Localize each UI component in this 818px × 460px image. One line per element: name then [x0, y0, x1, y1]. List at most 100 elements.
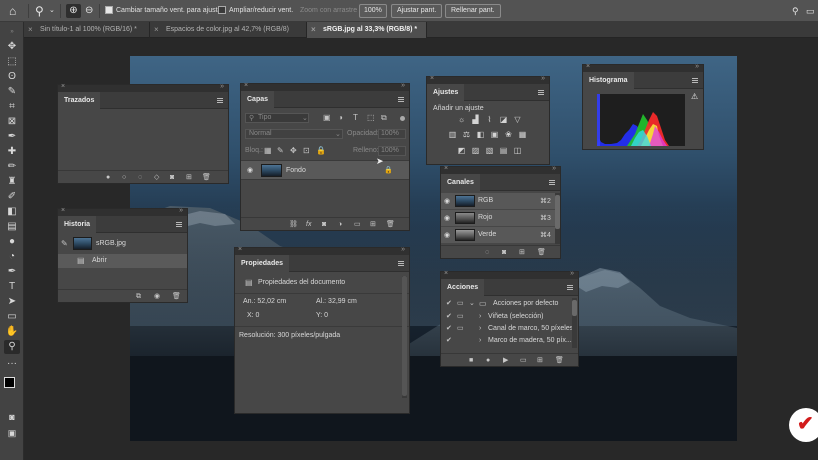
- brightness-contrast-icon[interactable]: ☼: [457, 116, 466, 124]
- zoom-tool-icon[interactable]: ⚲: [4, 340, 20, 354]
- move-tool-icon[interactable]: ✥: [4, 40, 20, 54]
- load-selection-icon[interactable]: ◌: [138, 173, 142, 182]
- collapse-icon[interactable]: »: [695, 63, 699, 70]
- scrollbar-thumb[interactable]: [572, 300, 577, 316]
- tab-trazados[interactable]: Trazados: [58, 92, 101, 109]
- collapse-icon[interactable]: »: [570, 270, 574, 277]
- clone-stamp-tool-icon[interactable]: ♜: [4, 175, 20, 189]
- collapse-icon[interactable]: »: [179, 207, 183, 214]
- warning-icon[interactable]: ⚠: [691, 92, 698, 101]
- eyedropper-tool-icon[interactable]: ✒: [4, 130, 20, 144]
- scrollbar-thumb[interactable]: [555, 195, 560, 229]
- record-icon[interactable]: ●: [486, 356, 490, 365]
- filter-adjustment-icon[interactable]: ◑: [338, 113, 343, 122]
- collapse-icon[interactable]: »: [220, 83, 224, 90]
- chevron-down-icon[interactable]: ⌄: [49, 4, 55, 18]
- screen-mode-icon[interactable]: ▣: [4, 426, 20, 440]
- close-icon[interactable]: ×: [238, 246, 242, 253]
- dialog-toggle-icon[interactable]: ▭: [457, 324, 464, 333]
- crop-tool-icon[interactable]: ⌗: [4, 100, 20, 114]
- trash-icon[interactable]: 🗑: [537, 248, 546, 257]
- visibility-eye-icon[interactable]: ◉: [444, 214, 450, 222]
- collapse-icon[interactable]: »: [552, 165, 556, 172]
- close-icon[interactable]: ×: [586, 63, 590, 70]
- tab-propiedades[interactable]: Propiedades: [235, 255, 290, 272]
- blend-mode-dropdown[interactable]: Normal ⌄: [245, 129, 343, 139]
- toolbar-collapse-icon[interactable]: »: [4, 25, 20, 39]
- fill-path-icon[interactable]: ●: [106, 173, 110, 182]
- height-value[interactable]: Al.: 32,99 cm: [316, 298, 357, 305]
- panel-menu-icon[interactable]: [176, 222, 182, 227]
- selective-color-icon[interactable]: ◫: [513, 147, 522, 155]
- history-snapshot[interactable]: ✎ sRGB.jpg: [58, 235, 187, 253]
- chevron-right-icon[interactable]: ›: [479, 324, 481, 333]
- marquee-tool-icon[interactable]: ⬚: [4, 55, 20, 69]
- y-value[interactable]: Y: 0: [316, 312, 328, 319]
- panel-menu-icon[interactable]: [692, 78, 698, 83]
- close-icon[interactable]: ×: [444, 165, 448, 172]
- pen-tool-icon[interactable]: ✒: [4, 265, 20, 279]
- rectangle-tool-icon[interactable]: ▭: [4, 310, 20, 324]
- tab-ajustes[interactable]: Ajustes: [427, 84, 465, 101]
- width-value[interactable]: An.: 52,02 cm: [243, 298, 286, 305]
- levels-icon[interactable]: ▟: [471, 116, 480, 124]
- panel-menu-icon[interactable]: [217, 98, 223, 103]
- scrollbar[interactable]: [402, 276, 407, 398]
- filter-smart-object-icon[interactable]: ⧉: [381, 113, 387, 122]
- close-icon[interactable]: ×: [244, 82, 248, 89]
- visibility-eye-icon[interactable]: ◉: [247, 166, 253, 174]
- dodge-tool-icon[interactable]: ◔: [4, 250, 20, 264]
- zoom-100-button[interactable]: 100%: [359, 4, 387, 18]
- x-value[interactable]: X: 0: [247, 312, 259, 319]
- close-icon[interactable]: ×: [61, 207, 65, 214]
- channel-mixer-icon[interactable]: ❀: [504, 131, 513, 139]
- filter-pixel-icon[interactable]: ▣: [323, 113, 331, 122]
- new-action-icon[interactable]: ⊞: [537, 356, 543, 365]
- add-mask-icon[interactable]: ◙: [170, 173, 174, 182]
- tab-srgb[interactable]: × sRGB.jpg al 33,3% (RGB/8) *: [307, 22, 427, 38]
- save-selection-channel-icon[interactable]: ◙: [502, 248, 506, 257]
- panel-menu-icon[interactable]: [549, 180, 555, 185]
- panel-menu-icon[interactable]: [398, 97, 404, 102]
- hand-tool-icon[interactable]: ✋: [4, 325, 20, 339]
- panel-menu-icon[interactable]: [538, 90, 544, 95]
- make-path-icon[interactable]: ◇: [154, 173, 159, 182]
- resize-windows-checkbox[interactable]: Cambiar tamaño vent. para ajustar: [105, 4, 224, 18]
- tab-historia[interactable]: Historia: [58, 216, 97, 233]
- channel-row-rojo[interactable]: ◉ Rojo ⌘3: [441, 210, 560, 226]
- brush-tool-icon[interactable]: ✏: [4, 160, 20, 174]
- stop-icon[interactable]: ■: [469, 356, 473, 365]
- add-mask-icon[interactable]: ◙: [322, 220, 326, 229]
- tab-sin-titulo[interactable]: × Sin título-1 al 100% (RGB/16) *: [24, 22, 150, 38]
- path-selection-tool-icon[interactable]: ➤: [4, 295, 20, 309]
- load-channel-selection-icon[interactable]: ◌: [485, 248, 489, 257]
- trash-icon[interactable]: 🗑: [202, 173, 211, 182]
- fill-field[interactable]: 100%: [378, 146, 406, 156]
- stroke-path-icon[interactable]: ○: [122, 173, 126, 182]
- chevron-down-icon[interactable]: ⌄: [469, 299, 475, 308]
- gradient-map-icon[interactable]: ▤: [499, 147, 508, 155]
- chevron-right-icon[interactable]: ›: [479, 336, 481, 345]
- filter-shape-icon[interactable]: ⬚: [367, 113, 375, 122]
- tab-espacios-de-color[interactable]: × Espacios de color.jpg al 42,7% (RGB/8): [150, 22, 307, 38]
- quick-mask-icon[interactable]: ◙: [4, 410, 20, 424]
- collapse-icon[interactable]: »: [541, 75, 545, 82]
- collapse-icon[interactable]: »: [401, 82, 405, 89]
- new-layer-icon[interactable]: ⊞: [370, 220, 376, 229]
- trash-icon[interactable]: 🗑: [172, 292, 181, 301]
- action-set-row[interactable]: ✔ ▭ ⌄ ▭ Acciones por defecto: [441, 298, 578, 310]
- photo-filter-icon[interactable]: ▣: [490, 131, 499, 139]
- type-tool-icon[interactable]: T: [4, 280, 20, 294]
- zoom-out-icon[interactable]: ⊖: [85, 4, 93, 18]
- scrollbar[interactable]: [555, 193, 560, 244]
- invert-icon[interactable]: ◩: [457, 147, 466, 155]
- lock-position-icon[interactable]: ✥: [290, 146, 297, 155]
- trash-icon[interactable]: 🗑: [386, 220, 395, 229]
- action-row[interactable]: ✔ ▭ › Viñeta (selección): [441, 311, 578, 323]
- close-icon[interactable]: ×: [311, 22, 316, 38]
- channel-row-rgb[interactable]: ◉ RGB ⌘2: [441, 193, 560, 209]
- layer-style-icon[interactable]: fx: [306, 220, 311, 229]
- lock-pixels-icon[interactable]: ✎: [277, 146, 284, 155]
- threshold-icon[interactable]: ▧: [485, 147, 494, 155]
- dialog-toggle-icon[interactable]: ▭: [457, 312, 464, 321]
